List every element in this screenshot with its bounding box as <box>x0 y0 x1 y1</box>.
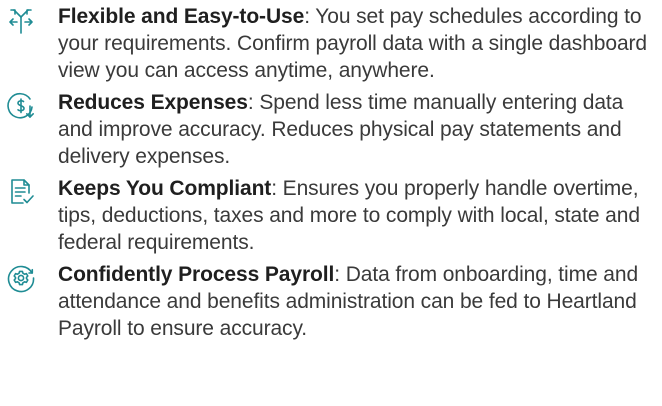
feature-title: Confidently Process Payroll <box>58 263 335 286</box>
feature-separator: : <box>334 263 346 286</box>
feature-title: Flexible and Easy-to-Use <box>58 5 305 28</box>
feature-title: Keeps You Compliant <box>58 177 272 200</box>
feature-item-compliant: Keeps You Compliant: Ensures you properl… <box>0 175 662 256</box>
feature-item-expenses: Reduces Expenses: Spend less time manual… <box>0 89 662 170</box>
dollar-savings-icon <box>6 91 36 121</box>
feature-separator: : <box>271 177 283 200</box>
feature-title: Reduces Expenses <box>58 91 248 114</box>
feature-list: Flexible and Easy-to-Use: You set pay sc… <box>0 3 662 342</box>
feature-item-flexible: Flexible and Easy-to-Use: You set pay sc… <box>0 3 662 84</box>
feature-separator: : <box>247 91 260 114</box>
feature-separator: : <box>304 5 316 28</box>
document-check-icon <box>6 177 36 207</box>
gear-process-icon <box>6 263 36 293</box>
diverging-arrows-icon <box>6 5 36 35</box>
feature-item-process: Confidently Process Payroll: Data from o… <box>0 261 662 342</box>
